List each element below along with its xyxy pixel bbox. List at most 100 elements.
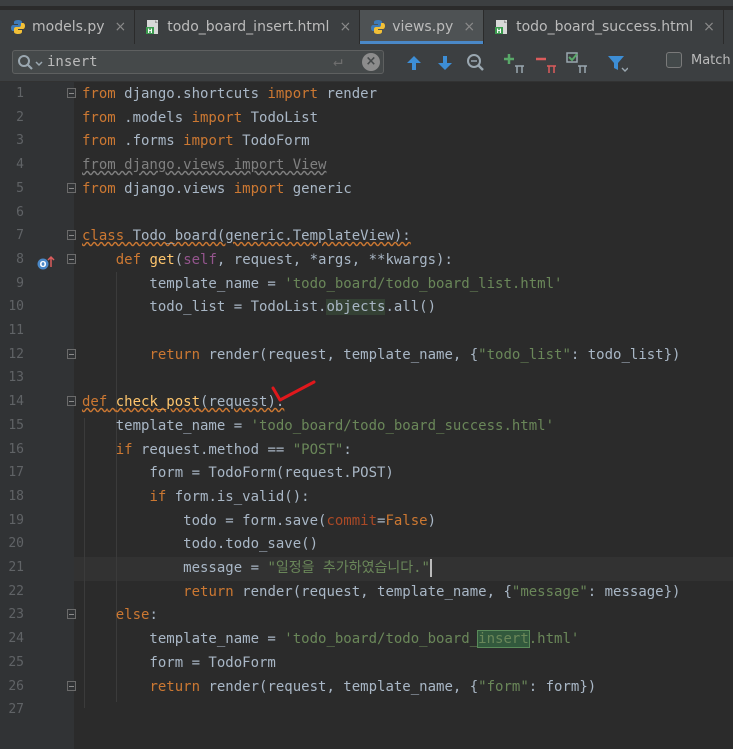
code-text[interactable]: return render(request, template_name, {"…: [82, 580, 680, 604]
code-text[interactable]: def get(self, request, *args, **kwargs):: [82, 248, 453, 272]
code-token: : form}): [528, 678, 597, 695]
match-case-checkbox[interactable]: [666, 52, 682, 68]
previous-occurrence-icon[interactable]: [403, 52, 425, 74]
add-occurrence-icon[interactable]: [503, 52, 525, 74]
line-number: 18: [8, 488, 24, 504]
close-tab-icon[interactable]: ×: [463, 19, 475, 35]
close-tab-icon[interactable]: ×: [339, 19, 351, 35]
close-tab-icon[interactable]: ×: [115, 19, 127, 35]
code-text[interactable]: from .models import TodoList: [82, 106, 318, 130]
override-method-icon[interactable]: O: [36, 255, 56, 271]
code-line: 19 todo = form.save(commit=False): [0, 509, 733, 533]
search-field[interactable]: ↵ ×: [12, 50, 384, 74]
editor-tab-bar: models.py × Htodo_board_insert.html × views.…: [0, 10, 733, 45]
code-text[interactable]: todo = form.save(commit=False): [82, 509, 436, 533]
code-text[interactable]: template_name = 'todo_board/todo_board_i…: [82, 627, 579, 651]
tab-label: todo_board_success.html: [516, 19, 694, 35]
code-text[interactable]: if form.is_valid():: [82, 485, 309, 509]
code-line: 12 return render(request, template_name,…: [0, 343, 733, 367]
line-number: 13: [8, 370, 24, 386]
svg-text:H: H: [148, 28, 153, 35]
line-number: 4: [16, 157, 24, 173]
code-text[interactable]: class Todo_board(generic.TemplateView):: [82, 224, 411, 248]
find-all-occurrences-icon[interactable]: [465, 52, 487, 74]
newline-icon[interactable]: ↵: [333, 51, 343, 70]
fold-marker-icon[interactable]: [67, 253, 76, 264]
fold-marker-icon[interactable]: [67, 348, 76, 359]
code-text[interactable]: from django.shortcuts import render: [82, 82, 377, 106]
code-text[interactable]: from .forms import TodoForm: [82, 129, 310, 153]
code-token: 'todo_board/todo_board_success.html': [250, 417, 555, 434]
select-all-occurrences-icon[interactable]: [566, 52, 588, 74]
fold-marker-icon[interactable]: [67, 396, 76, 407]
next-occurrence-icon[interactable]: [434, 52, 456, 74]
code-text[interactable]: from django.views import View: [82, 153, 326, 177]
code-line: 15 template_name = 'todo_board/todo_boar…: [0, 414, 733, 438]
code-token: else: [115, 607, 150, 624]
line-number: 2: [16, 109, 24, 125]
code-token: .forms: [115, 133, 184, 150]
code-text[interactable]: def check_post(request):: [82, 390, 284, 414]
code-line: 21 message = "일정을 추가하였습니다.": [0, 556, 733, 580]
code-text[interactable]: return render(request, template_name, {"…: [82, 675, 596, 699]
code-token: "일정을 추가하였습니다.": [267, 560, 430, 576]
line-number: 8: [16, 251, 24, 267]
code-token: if: [115, 441, 133, 458]
line-number: 11: [8, 323, 24, 338]
code-text[interactable]: form = TodoForm: [82, 651, 275, 675]
tab-u[interactable]: u: [724, 10, 733, 44]
code-token: from: [82, 109, 116, 126]
clear-search-icon[interactable]: ×: [362, 53, 380, 71]
line-number: 27: [8, 702, 24, 718]
filter-icon[interactable]: [606, 52, 628, 74]
line-number: 19: [8, 512, 24, 528]
code-text[interactable]: template_name = 'todo_board/todo_board_l…: [82, 272, 562, 296]
code-line: 22 return render(request, template_name,…: [0, 580, 733, 604]
code-line: 27: [0, 698, 733, 722]
code-token: : todo_list}): [570, 346, 681, 363]
fold-marker-icon[interactable]: [67, 88, 76, 98]
code-text[interactable]: todo_list = TodoList.objects.all(): [82, 295, 436, 319]
code-token: from: [82, 133, 116, 150]
fold-marker-icon[interactable]: [67, 182, 76, 193]
code-token: .models: [115, 109, 192, 126]
fold-marker-icon[interactable]: [67, 230, 76, 241]
code-token: .all(): [385, 299, 437, 316]
code-text[interactable]: if request.method == "POST":: [82, 438, 352, 462]
code-token: def: [82, 394, 108, 411]
line-number: 15: [8, 417, 24, 433]
code-text[interactable]: todo.todo_save(): [82, 532, 318, 556]
code-token: from django.views import View: [82, 157, 327, 174]
red-checkmark-annotation: [271, 380, 316, 402]
code-text[interactable]: form = TodoForm(request.POST): [82, 461, 393, 485]
code-line: 26 return render(request, template_name,…: [0, 675, 733, 699]
code-token: generic: [284, 180, 352, 197]
tab-todo-board-insert-html[interactable]: Htodo_board_insert.html ×: [135, 10, 361, 44]
code-text[interactable]: else:: [82, 603, 158, 627]
tab-models-py[interactable]: models.py ×: [0, 10, 136, 44]
window-top-strip: [0, 0, 733, 7]
close-tab-icon[interactable]: ×: [703, 19, 715, 35]
code-token: render(request, template_name, {: [200, 678, 479, 695]
line-number: 20: [8, 536, 24, 552]
code-token: False: [385, 512, 428, 529]
fold-marker-icon[interactable]: [67, 680, 76, 691]
code-text[interactable]: message = "일정을 추가하였습니다.": [82, 556, 432, 580]
code-token: class: [82, 228, 125, 245]
tab-views-py[interactable]: views.py ×: [360, 10, 485, 44]
code-text[interactable]: return render(request, template_name, {"…: [82, 343, 680, 367]
search-input[interactable]: [47, 53, 297, 71]
svg-text:O: O: [40, 260, 47, 269]
code-text[interactable]: from django.views import generic: [82, 177, 352, 201]
remove-occurrence-icon[interactable]: [535, 52, 557, 74]
search-icon[interactable]: [17, 54, 45, 72]
code-token: 'todo_board/todo_board_list.html': [284, 275, 563, 292]
tab-todo-board-success-html[interactable]: Htodo_board_success.html ×: [484, 10, 724, 44]
fold-marker-icon[interactable]: [67, 609, 76, 620]
code-text[interactable]: template_name = 'todo_board/todo_board_s…: [82, 414, 554, 438]
